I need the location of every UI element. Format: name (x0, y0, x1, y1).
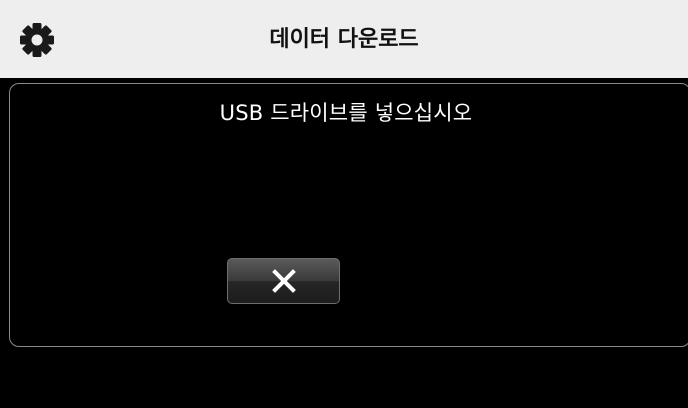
screen: 데이터 다운로드 USB 드라이브를 넣으십시오 (0, 0, 688, 408)
cancel-button[interactable] (227, 258, 340, 304)
close-icon (271, 269, 296, 293)
dialog-message: USB 드라이브를 넣으십시오 (219, 101, 473, 125)
gear-icon (20, 23, 54, 57)
page-title: 데이터 다운로드 (269, 27, 419, 52)
settings-button[interactable] (16, 19, 58, 61)
header-bar: 데이터 다운로드 (0, 0, 688, 78)
